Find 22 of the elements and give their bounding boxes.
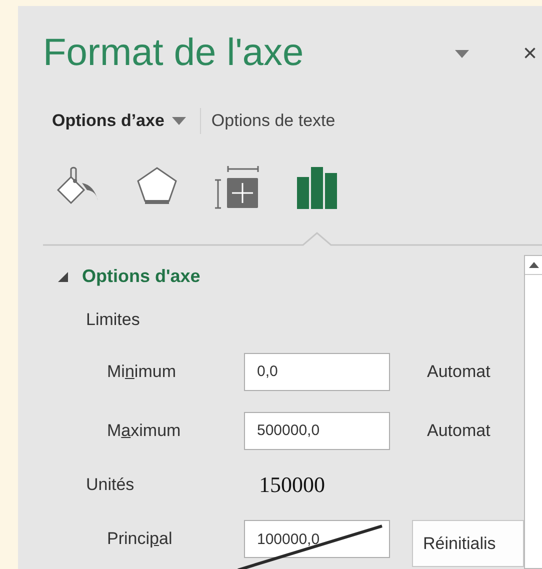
number-field[interactable]: 500000,0	[244, 412, 390, 450]
section-title[interactable]: Options d'axe	[82, 266, 200, 288]
options-tab[interactable]: Options de texte	[211, 111, 350, 131]
handwritten-note: 150000	[259, 472, 325, 498]
scroll-up-icon[interactable]	[529, 262, 539, 268]
field-label: Maximum	[107, 420, 182, 441]
auto-label: Automat	[427, 362, 492, 382]
number-field[interactable]: 0,0	[244, 352, 390, 391]
scrollbar[interactable]	[524, 255, 542, 569]
group-heading: Unités	[86, 475, 136, 496]
reset-button[interactable]: Réinitialis	[412, 520, 524, 568]
close-button[interactable]: ×	[523, 40, 538, 68]
auto-label: Automat	[427, 420, 492, 441]
dropdown-caret-icon[interactable]	[455, 50, 469, 58]
field-label: Principal	[107, 529, 174, 550]
panel-title: Format de l'axe	[43, 32, 305, 75]
options-tab[interactable]: Options d’axe	[52, 111, 200, 131]
group-heading: Limites	[86, 310, 141, 330]
field-label: Minimum	[107, 362, 177, 382]
size-position-icon[interactable]	[214, 163, 260, 209]
collapse-triangle-icon[interactable]	[58, 272, 68, 282]
number-field[interactable]: 100000,0	[244, 520, 390, 558]
